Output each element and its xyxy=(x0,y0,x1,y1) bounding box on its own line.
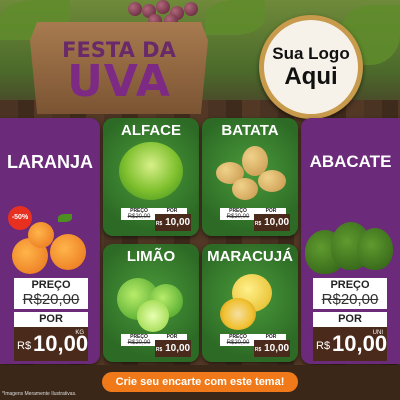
logo-line1: Sua Logo xyxy=(272,44,350,63)
logo-placeholder: Sua Logo Aqui xyxy=(259,15,363,119)
cta-button[interactable]: Crie seu encarte com este tema! xyxy=(102,372,298,392)
new-price: 10,00 xyxy=(165,217,191,228)
leaf-image xyxy=(58,214,72,222)
vine-leaf-image xyxy=(205,0,265,35)
potato-image xyxy=(258,170,286,192)
unit: KG xyxy=(75,330,84,336)
title-line2: UVA xyxy=(67,56,171,107)
lettuce-image xyxy=(119,142,183,200)
price-tag: PREÇO R$20,00 POR R$ 10,00 xyxy=(121,208,191,232)
logo-line2: Aqui xyxy=(284,63,338,90)
currency: R$ xyxy=(254,347,262,353)
product-name: ALFACE xyxy=(121,122,181,139)
new-price-box: R$ 10,00 xyxy=(254,214,290,231)
old-price: R$20,00 xyxy=(226,340,250,346)
disclaimer: *Imagens Meramente Ilustrativas. xyxy=(2,391,77,397)
price-tag: PREÇO R$20,00 POR R$ 10,00 xyxy=(220,208,290,232)
product-name: LARANJA xyxy=(6,152,93,172)
lime-slice-image xyxy=(137,300,169,332)
new-price: 10,00 xyxy=(264,343,290,354)
price-tag: PREÇO R$20,00 POR R$ 10,00 KG xyxy=(14,278,88,361)
currency: R$ xyxy=(155,221,163,227)
new-price: 10,00 xyxy=(264,217,290,228)
orange-image xyxy=(28,222,54,248)
product-card-limao: LIMÃO PREÇO R$20,00 POR R$ 10,00 xyxy=(103,244,199,362)
new-price-box: R$ 10,00 xyxy=(155,340,191,357)
por-label: POR xyxy=(313,312,387,327)
new-price-box: R$ 10,00 UNI xyxy=(313,327,387,361)
discount-badge: -50% xyxy=(8,206,32,230)
price-tag: PREÇO R$20,00 POR R$ 10,00 xyxy=(121,334,191,358)
potato-image xyxy=(232,178,258,200)
product-panel-abacate: ABACATE PREÇO R$20,00 POR R$ 10,00 UNI xyxy=(301,118,400,364)
currency: R$ xyxy=(155,347,163,353)
new-price: 10,00 xyxy=(165,343,191,354)
product-name: BATATA xyxy=(221,122,279,139)
product-card-batata: BATATA PREÇO R$20,00 POR R$ 10,00 xyxy=(202,118,298,236)
old-price: R$20,00 xyxy=(14,292,88,309)
passion-fruit-half-image xyxy=(220,298,256,330)
old-price: R$20,00 xyxy=(127,340,151,346)
product-card-alface: ALFACE PREÇO R$20,00 POR R$ 10,00 xyxy=(103,118,199,236)
old-price: R$20,00 xyxy=(313,292,387,309)
product-name: LIMÃO xyxy=(126,248,176,265)
product-name: ABACATE xyxy=(309,152,392,171)
unit: UNI xyxy=(372,330,383,336)
flyer: FESTA DA UVA Sua Logo Aqui LARANJA -50% … xyxy=(0,0,400,400)
old-price: R$20,00 xyxy=(127,214,151,220)
new-price-box: R$ 10,00 xyxy=(155,214,191,231)
por-label: POR xyxy=(14,312,88,327)
title-sign: FESTA DA UVA xyxy=(30,22,208,114)
price-tag: PREÇO R$20,00 POR R$ 10,00 xyxy=(220,334,290,358)
product-name: MARACUJÁ xyxy=(207,248,293,265)
price-tag: PREÇO R$20,00 POR R$ 10,00 UNI xyxy=(313,278,387,361)
avocado-image xyxy=(357,228,393,270)
new-price-box: R$ 10,00 KG xyxy=(14,327,88,361)
product-card-maracuja: MARACUJÁ PREÇO R$20,00 POR R$ 10,00 xyxy=(202,244,298,362)
new-price-box: R$ 10,00 xyxy=(254,340,290,357)
old-price: R$20,00 xyxy=(226,214,250,220)
currency: R$ xyxy=(316,340,331,352)
orange-image xyxy=(50,234,86,270)
product-panel-laranja: LARANJA -50% PREÇO R$20,00 POR R$ 10,00 … xyxy=(0,118,100,364)
currency: R$ xyxy=(17,340,32,352)
currency: R$ xyxy=(254,221,262,227)
